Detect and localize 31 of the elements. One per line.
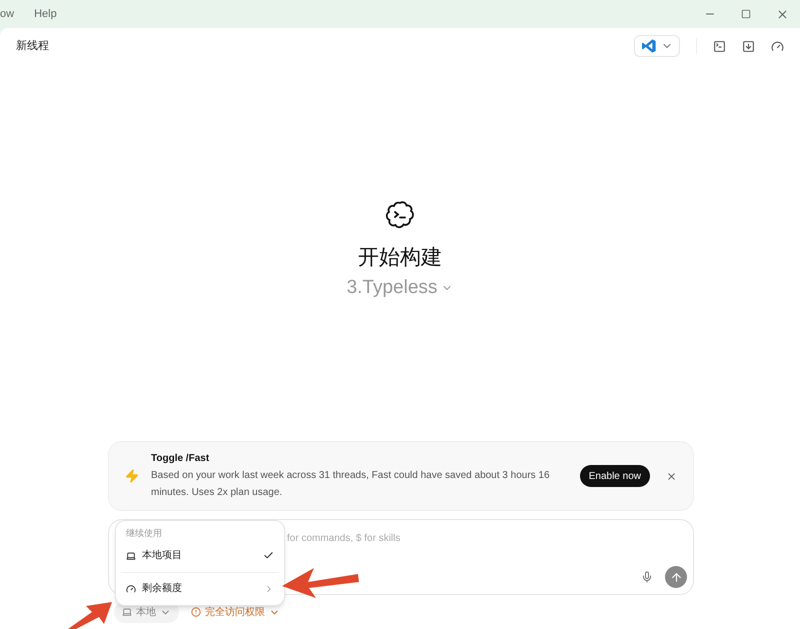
menu-option[interactable]: 剩余额度 <box>116 578 284 598</box>
lightning-icon <box>125 469 139 483</box>
banner-title: Toggle /Fast <box>151 452 210 466</box>
terminal-icon[interactable] <box>713 40 726 52</box>
banner-text: Based on your work last week across 31 threads, Fast could have saved about 3 hours 16 minutes. Uses 2x plan usage. <box>151 469 551 500</box>
access-picker[interactable]: 完全访问权限 <box>191 604 280 620</box>
laptop-icon <box>122 607 132 617</box>
cloud-terminal-icon <box>384 200 416 230</box>
option-label: 剩余额度 <box>142 582 183 596</box>
microphone-icon[interactable] <box>641 571 653 583</box>
menu-item[interactable]: Help <box>34 6 57 22</box>
gauge-icon <box>126 584 136 594</box>
option-label: 本地项目 <box>142 548 183 563</box>
alert-icon <box>191 607 201 617</box>
project-picker[interactable]: 3.Typeless <box>346 274 454 302</box>
laptop-icon <box>126 550 136 560</box>
thread-title: 新线程 <box>16 38 50 54</box>
menu-option[interactable]: 本地项目 <box>116 546 284 566</box>
close-icon[interactable] <box>666 470 677 482</box>
close-icon <box>776 8 788 20</box>
menu-item[interactable]: ow <box>0 6 14 22</box>
message-input[interactable]: for commands, $ for skills <box>287 528 587 548</box>
menu-heading: 继续使用 <box>125 527 163 540</box>
download-icon[interactable] <box>742 40 755 52</box>
enable-button[interactable]: Enable now <box>580 465 650 487</box>
maximize-icon <box>741 9 751 19</box>
send-button[interactable] <box>665 566 687 588</box>
hero-title: 开始构建 <box>358 247 442 268</box>
editor-picker[interactable] <box>634 35 680 57</box>
code-editor-icon <box>641 38 657 54</box>
arrow-up-icon <box>670 570 682 584</box>
